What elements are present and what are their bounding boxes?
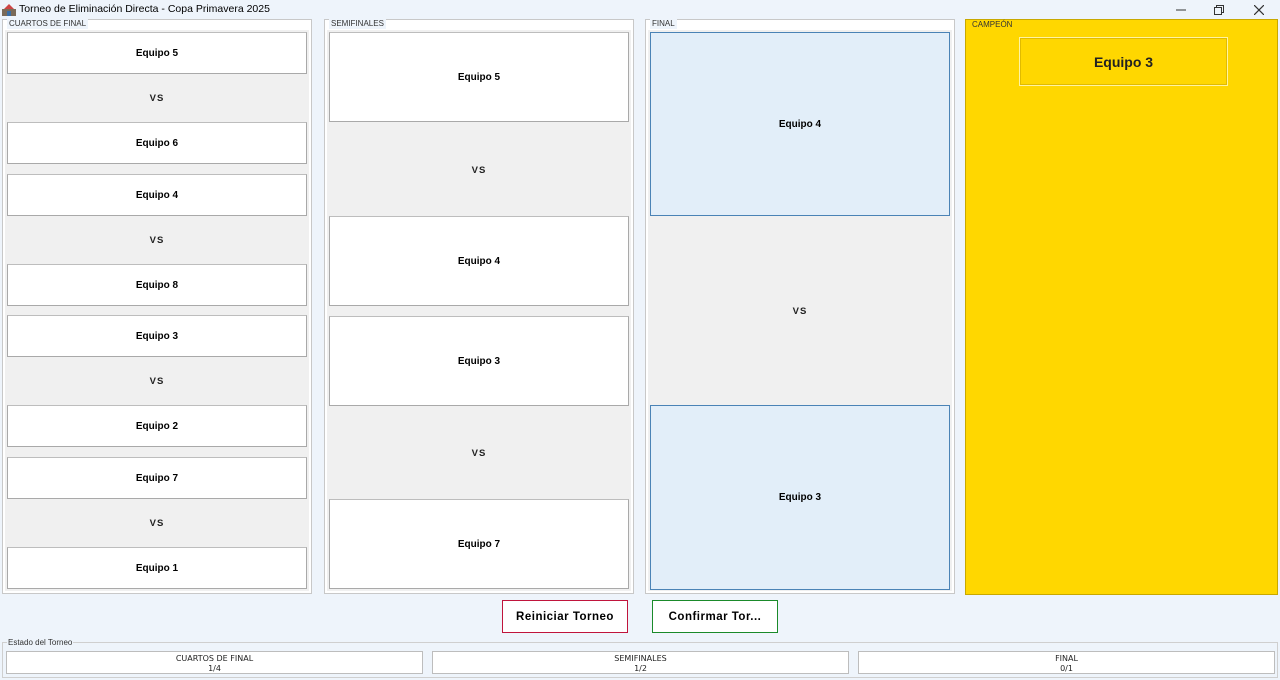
confirm-tournament-button[interactable]: Confirmar Tor... [652,600,778,633]
champion-panel: CAMPEÓN Equipo 3 [965,19,1278,595]
qf1-vs: VS [149,93,165,104]
final-vs: VS [792,306,808,317]
qf2-vs: VS [149,235,165,246]
status-final: FINAL 0/1 [858,651,1275,674]
minimize-button[interactable] [1162,0,1200,19]
qf1-team-a[interactable]: Equipo 5 [7,32,307,74]
qf2-team-a[interactable]: Equipo 4 [7,174,307,216]
quarterfinals-panel: CUARTOS DE FINAL Equipo 5 VS Equipo 6 Eq… [2,19,312,594]
sf1-team-b[interactable]: Equipo 4 [329,216,629,306]
status-stage-progress: 1/2 [634,664,647,673]
final-panel: FINAL Equipo 4 VS Equipo 3 [645,19,955,594]
tournament-status: Estado del Torneo CUARTOS DE FINAL 1/4 S… [2,638,1278,678]
reset-tournament-button[interactable]: Reiniciar Torneo [502,600,628,633]
qf4-team-a[interactable]: Equipo 7 [7,457,307,499]
close-icon [1254,4,1264,15]
status-stage-progress: 0/1 [1060,664,1073,673]
sf2-team-b[interactable]: Equipo 7 [329,499,629,589]
restore-button[interactable] [1200,0,1238,19]
close-button[interactable] [1240,0,1278,19]
status-stage-name: FINAL [1055,654,1078,663]
status-stage-progress: 1/4 [208,664,221,673]
qf4-team-b[interactable]: Equipo 1 [7,547,307,589]
minimize-icon [1176,9,1186,10]
semifinals-panel: SEMIFINALES Equipo 5 VS Equipo 4 Equipo … [324,19,634,594]
qf3-team-b[interactable]: Equipo 2 [7,405,307,447]
champion-team: Equipo 3 [1019,37,1228,86]
title-bar: Torneo de Eliminación Directa - Copa Pri… [0,0,1280,19]
status-stage-name: SEMIFINALES [614,654,667,663]
sf1-vs: VS [471,165,487,176]
qf3-team-a[interactable]: Equipo 3 [7,315,307,357]
final-area: Equipo 4 VS Equipo 3 [648,30,952,591]
status-quarterfinals: CUARTOS DE FINAL 1/4 [6,651,423,674]
final-team-a[interactable]: Equipo 4 [650,32,950,216]
app-icon [2,4,16,16]
sf2-vs: VS [471,448,487,459]
status-semifinals: SEMIFINALES 1/2 [432,651,849,674]
qf1-team-b[interactable]: Equipo 6 [7,122,307,164]
semifinals-label: SEMIFINALES [329,19,386,29]
champion-label: CAMPEÓN [972,20,1013,29]
status-label: Estado del Torneo [7,638,74,648]
final-team-b[interactable]: Equipo 3 [650,405,950,590]
semifinals-area: Equipo 5 VS Equipo 4 Equipo 3 VS Equipo … [327,30,631,591]
sf2-team-a[interactable]: Equipo 3 [329,316,629,406]
qf3-vs: VS [149,376,165,387]
restore-icon [1214,4,1224,15]
qf4-vs: VS [149,518,165,529]
sf1-team-a[interactable]: Equipo 5 [329,32,629,122]
quarterfinals-label: CUARTOS DE FINAL [7,19,89,29]
quarterfinals-area: Equipo 5 VS Equipo 6 Equipo 4 VS Equipo … [5,30,309,591]
final-label: FINAL [650,19,677,29]
status-stage-name: CUARTOS DE FINAL [175,654,254,663]
window-title: Torneo de Eliminación Directa - Copa Pri… [19,3,270,15]
qf2-team-b[interactable]: Equipo 8 [7,264,307,306]
